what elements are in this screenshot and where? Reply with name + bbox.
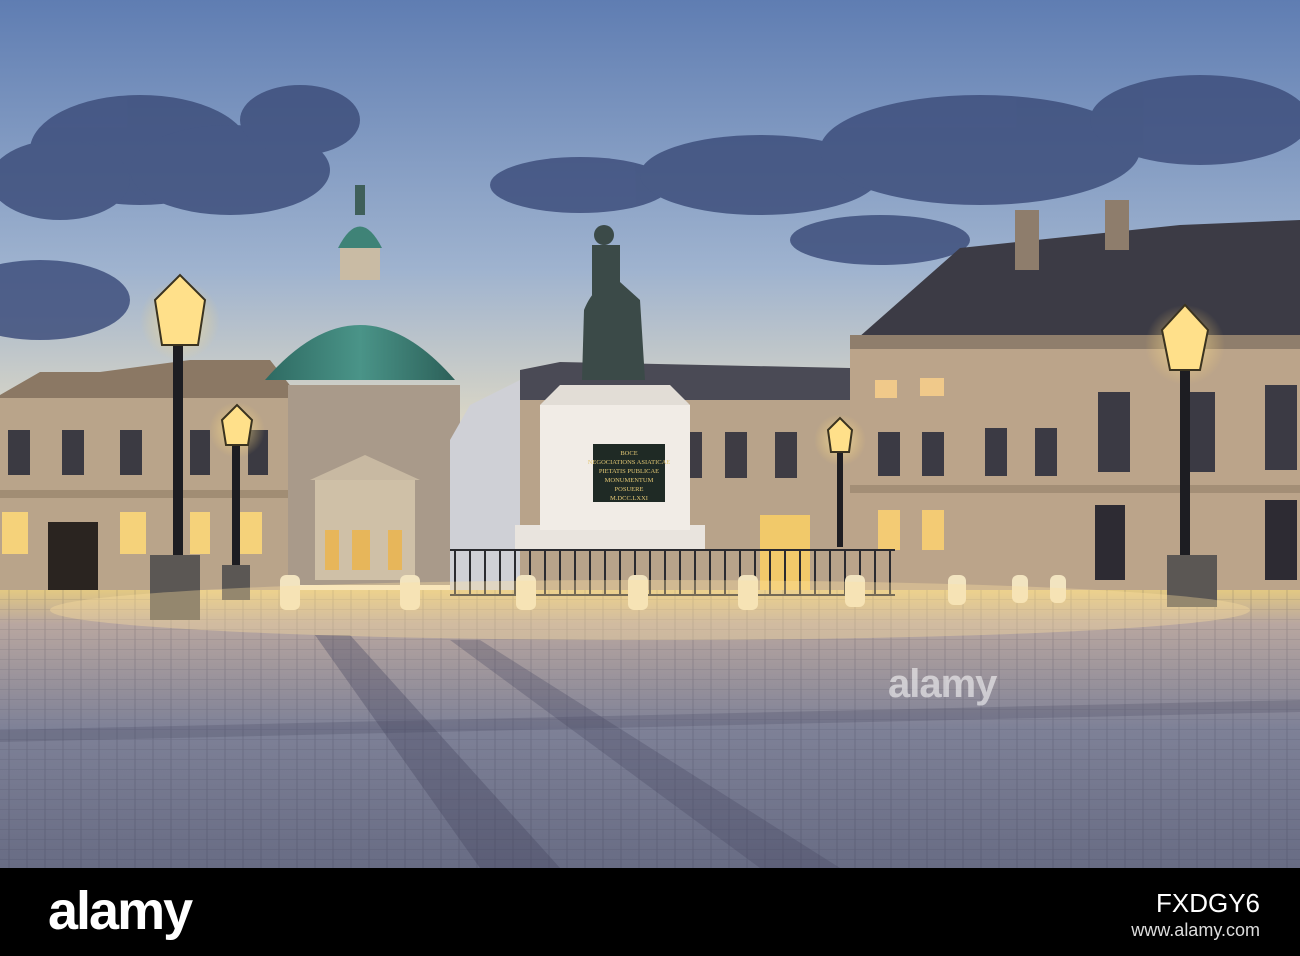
image-id-label: FXDGY6 (1155, 888, 1260, 918)
plaque-line-5: POSUERE (615, 486, 644, 493)
alamy-logo: alamy (48, 881, 193, 941)
plaque-line-6: M.DCC.LXXI (610, 495, 648, 502)
alamy-watermark: alamy (888, 662, 997, 706)
alamy-footer-bar (0, 868, 1300, 956)
plaque-line-3: PIETATIS PUBLICAE (599, 468, 659, 475)
photo-frame: BOCE NEGOCIATIONS ASIATICAE PIETATIS PUB… (0, 0, 1300, 956)
plaque-line-1: BOCE (620, 450, 637, 457)
plaque-line-2: NEGOCIATIONS ASIATICAE (588, 459, 671, 466)
alamy-url-label: www.alamy.com (1131, 920, 1260, 940)
plaque-line-4: MONUMENTUM (605, 477, 654, 484)
amalienborg-square-photo: BOCE NEGOCIATIONS ASIATICAE PIETATIS PUB… (0, 0, 1300, 868)
